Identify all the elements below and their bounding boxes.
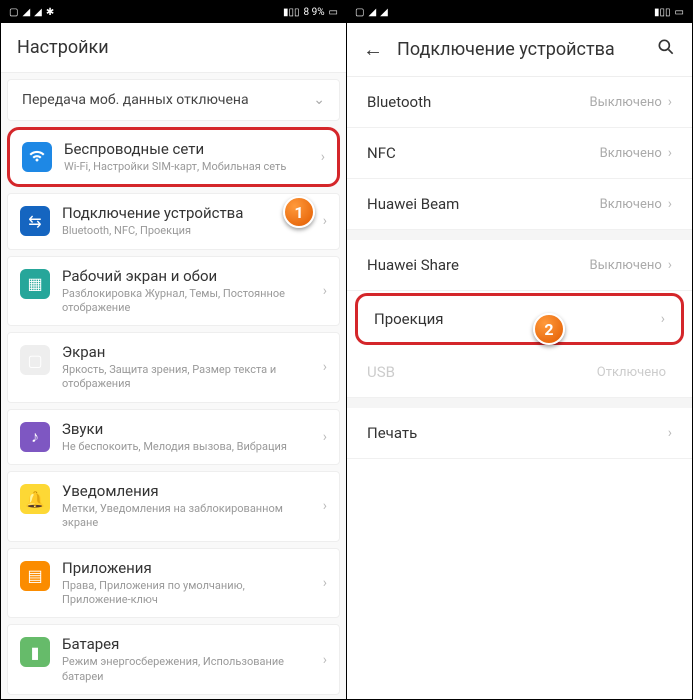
chevron-right-icon: › bbox=[321, 149, 325, 165]
phone-right: ▢◢◢ ▮▯▯▭ ← Подключение устройства Blueto… bbox=[347, 1, 692, 699]
row-huawei-beam[interactable]: Huawei Beam Включено › bbox=[347, 179, 692, 230]
item-sub: Bluetooth, NFC, Проекция bbox=[62, 224, 311, 238]
wifi-icon bbox=[22, 142, 52, 172]
back-icon[interactable]: ← bbox=[363, 37, 383, 62]
item-sub: Wi-Fi, Настройки SIM-карт, Мобильная сет… bbox=[64, 160, 309, 174]
chevron-right-icon: › bbox=[323, 498, 327, 514]
chevron-right-icon: › bbox=[323, 575, 327, 591]
item-label: Подключение устройства bbox=[62, 204, 311, 222]
item-label: Экран bbox=[62, 343, 311, 361]
item-label: Уведомления bbox=[62, 482, 311, 500]
item-notifications[interactable]: 🔔 Уведомления Метки, Уведомления на забл… bbox=[7, 471, 340, 542]
page-title: Подключение устройства bbox=[397, 39, 642, 60]
status-bar: ▢◢◢✱ ▮▯▯8 9%▭ bbox=[1, 1, 346, 23]
section-gap bbox=[347, 398, 692, 408]
row-label: USB bbox=[367, 363, 597, 381]
row-value: Выключено bbox=[590, 95, 662, 110]
bell-icon: 🔔 bbox=[20, 484, 50, 514]
section-gap bbox=[347, 230, 692, 240]
page-title: Настройки bbox=[17, 37, 330, 58]
chevron-right-icon: › bbox=[668, 425, 672, 441]
item-label: Звуки bbox=[62, 420, 311, 438]
item-sub: Метки, Уведомления на заблокированном эк… bbox=[62, 502, 311, 531]
link-icon: ⇆ bbox=[20, 206, 50, 236]
item-sub: Не беспокоить, Мелодия вызова, Вибрация bbox=[62, 440, 311, 454]
item-apps[interactable]: ▤ Приложения Права, Приложения по умолча… bbox=[7, 548, 340, 619]
status-bar: ▢◢◢ ▮▯▯▭ bbox=[347, 1, 692, 23]
phone-left: ▢◢◢✱ ▮▯▯8 9%▭ Настройки Передача моб. да… bbox=[1, 1, 347, 699]
row-value: Отключено bbox=[597, 365, 666, 380]
row-print[interactable]: Печать › bbox=[347, 408, 692, 459]
header: Настройки bbox=[1, 23, 346, 73]
header: ← Подключение устройства bbox=[347, 23, 692, 77]
item-wireless-networks[interactable]: Беспроводные сети Wi-Fi, Настройки SIM-к… bbox=[7, 127, 340, 187]
banner-text: Передача моб. данных отключена bbox=[22, 92, 249, 108]
row-bluetooth[interactable]: Bluetooth Выключено › bbox=[347, 77, 692, 128]
chevron-right-icon: › bbox=[323, 283, 327, 299]
row-label: Huawei Share bbox=[367, 256, 590, 274]
item-sub: Яркость, Защита зрения, Размер текста и … bbox=[62, 363, 311, 392]
screenshot-pair: ▢◢◢✱ ▮▯▯8 9%▭ Настройки Передача моб. да… bbox=[0, 0, 693, 700]
row-label: NFC bbox=[367, 144, 600, 162]
item-sub: Разблокировка Журнал, Темы, Постоянное о… bbox=[62, 287, 311, 316]
item-battery[interactable]: ▮ Батарея Режим энергосбережения, Исполь… bbox=[7, 624, 340, 695]
item-label: Батарея bbox=[62, 635, 311, 653]
chevron-right-icon: › bbox=[668, 196, 672, 212]
callout-marker-1: 1 bbox=[283, 196, 315, 228]
row-value: Включено bbox=[600, 197, 662, 212]
row-label: Bluetooth bbox=[367, 93, 590, 111]
item-label: Беспроводные сети bbox=[64, 140, 309, 158]
row-label: Huawei Beam bbox=[367, 195, 600, 213]
chevron-right-icon: › bbox=[668, 257, 672, 273]
chevron-right-icon: › bbox=[668, 145, 672, 161]
chevron-right-icon: › bbox=[668, 94, 672, 110]
chevron-right-icon: › bbox=[323, 213, 327, 229]
item-sub: Режим энергосбережения, Использование ба… bbox=[62, 655, 311, 684]
chevron-down-icon: ⌄ bbox=[313, 92, 325, 108]
item-display[interactable]: ▢ Экран Яркость, Защита зрения, Размер т… bbox=[7, 332, 340, 403]
mobile-data-banner[interactable]: Передача моб. данных отключена ⌄ bbox=[7, 79, 340, 121]
row-value: Выключено bbox=[590, 258, 662, 273]
sound-icon: ♪ bbox=[20, 422, 50, 452]
apps-icon: ▤ bbox=[20, 561, 50, 591]
chevron-right-icon: › bbox=[323, 429, 327, 445]
display-icon: ▢ bbox=[20, 345, 50, 375]
row-nfc[interactable]: NFC Включено › bbox=[347, 128, 692, 179]
chevron-right-icon: › bbox=[323, 652, 327, 668]
row-usb: USB Отключено bbox=[347, 347, 692, 398]
item-label: Рабочий экран и обои bbox=[62, 267, 311, 285]
wallpaper-icon: ▦ bbox=[20, 269, 50, 299]
battery-icon: ▮ bbox=[20, 637, 50, 667]
row-label: Печать bbox=[367, 424, 668, 442]
device-connection-list: Bluetooth Выключено › NFC Включено › Hua… bbox=[347, 77, 692, 699]
item-label: Приложения bbox=[62, 559, 311, 577]
row-label: Проекция bbox=[374, 310, 661, 328]
search-icon[interactable] bbox=[656, 37, 676, 62]
row-value: Включено bbox=[600, 146, 662, 161]
chevron-right-icon: › bbox=[323, 359, 327, 375]
chevron-right-icon: › bbox=[661, 311, 665, 327]
item-sub: Права, Приложения по умолчанию, Приложен… bbox=[62, 579, 311, 608]
row-huawei-share[interactable]: Huawei Share Выключено › bbox=[347, 240, 692, 291]
item-sounds[interactable]: ♪ Звуки Не беспокоить, Мелодия вызова, В… bbox=[7, 409, 340, 465]
item-home-wallpaper[interactable]: ▦ Рабочий экран и обои Разблокировка Жур… bbox=[7, 256, 340, 327]
row-projection[interactable]: Проекция › bbox=[355, 293, 684, 345]
callout-marker-2: 2 bbox=[533, 313, 565, 345]
